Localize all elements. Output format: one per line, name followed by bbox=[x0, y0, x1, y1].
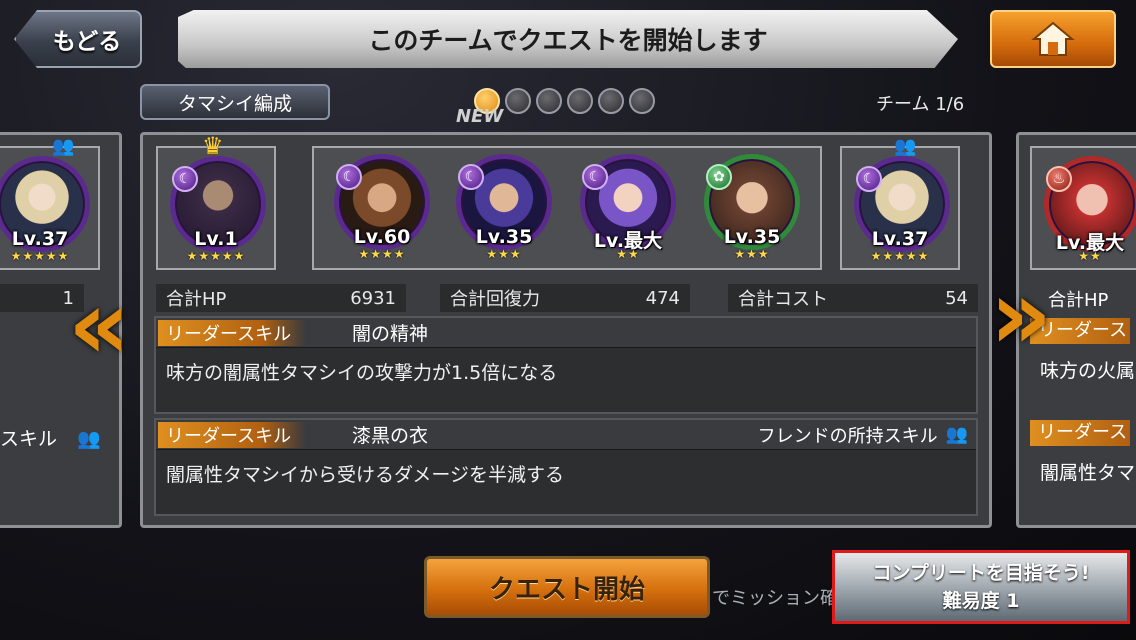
member-level: Lv.1 bbox=[194, 228, 238, 250]
page-dot-5[interactable] bbox=[598, 88, 624, 114]
friend-icon: 👥 bbox=[77, 428, 101, 450]
complete-mission-button[interactable]: コンプリートを目指そう! 難易度 1 bbox=[832, 550, 1130, 624]
dark-attribute-icon: ☾ bbox=[172, 166, 198, 192]
prev-team-stars: ★★★★★ bbox=[10, 249, 70, 263]
leader-skill-box: リーダースキル 闇の精神 味方の闇属性タマシイの攻撃力が1.5倍になる bbox=[154, 316, 978, 414]
next-team-card: ♨ Lv.最大 ★★ bbox=[1030, 146, 1136, 270]
member-level: Lv.35 bbox=[475, 226, 533, 248]
team-member-1[interactable]: ☾ ♛ Lv.1 ★★★★★ bbox=[156, 132, 276, 270]
total-recovery-label: 合計回復力 bbox=[450, 289, 540, 310]
page-title: このチームでクエストを開始します bbox=[178, 10, 958, 68]
friend-skill-box: リーダースキル 漆黒の衣 フレンドの所持スキル 👥 闇属性タマシイから受けるダメ… bbox=[154, 418, 978, 516]
dark-attribute-icon: ☾ bbox=[582, 164, 608, 190]
total-recovery: 合計回復力 474 bbox=[440, 284, 690, 312]
tamashii-formation-label: タマシイ編成 bbox=[177, 92, 292, 115]
total-cost-value: 54 bbox=[945, 287, 968, 309]
home-icon bbox=[1031, 21, 1075, 56]
team-counter-label: チーム bbox=[876, 94, 930, 115]
start-quest-label: クエスト開始 bbox=[488, 574, 645, 605]
friend-skill-owner-label: フレンドの所持スキル bbox=[757, 425, 938, 447]
next-team-arrow-icon[interactable]: » bbox=[990, 267, 1062, 363]
previous-team-arrow-icon[interactable]: « bbox=[68, 277, 140, 373]
member-level: Lv.60 bbox=[353, 226, 411, 248]
next-team-skill-desc-2: 闇属性タマ bbox=[1040, 462, 1136, 484]
difficulty-label: 難易度 1 bbox=[942, 590, 1020, 612]
page-dot-2[interactable] bbox=[505, 88, 531, 114]
total-cost: 合計コスト 54 bbox=[728, 284, 978, 312]
prev-team-skill: スキル 👥 bbox=[0, 424, 101, 451]
friend-skill-desc: 闇属性タマシイから受けるダメージを半減する bbox=[166, 464, 565, 486]
team-member-3[interactable]: ☾ Lv.35 ★★★ bbox=[444, 146, 564, 270]
prev-team-level: Lv.37 bbox=[11, 228, 69, 250]
friend-skill-tag: リーダースキル bbox=[158, 421, 306, 448]
dark-attribute-icon: ☾ bbox=[336, 164, 362, 190]
leader-skill-header: リーダースキル 闇の精神 bbox=[156, 318, 976, 348]
next-team-skill-tag-2: リーダース bbox=[1030, 420, 1130, 446]
friend-skill-header: リーダースキル 漆黒の衣 フレンドの所持スキル 👥 bbox=[156, 420, 976, 450]
member-stars: ★★★★★ bbox=[186, 249, 246, 263]
page-dot-4[interactable] bbox=[567, 88, 593, 114]
dark-attribute-icon: ☾ bbox=[458, 164, 484, 190]
prev-team-card: 👥 Lv.37 ★★★★★ bbox=[0, 136, 100, 270]
leader-skill-name: 闇の精神 bbox=[352, 323, 429, 345]
friend-skill-owner: フレンドの所持スキル 👥 bbox=[758, 422, 968, 448]
fire-attribute-icon: ♨ bbox=[1046, 166, 1072, 192]
member-level: Lv.35 bbox=[723, 226, 781, 248]
team-member-5[interactable]: ✿ Lv.35 ★★★ bbox=[692, 146, 812, 270]
home-button[interactable] bbox=[990, 10, 1116, 68]
prev-team-skill-label: スキル bbox=[0, 428, 58, 450]
dark-attribute-icon: ☾ bbox=[856, 166, 882, 192]
total-recovery-value: 474 bbox=[645, 287, 680, 309]
member-stars: ★★★ bbox=[734, 247, 770, 261]
total-cost-label: 合計コスト bbox=[738, 289, 828, 310]
page-dot-6[interactable] bbox=[629, 88, 655, 114]
complete-mission-line1: コンプリートを目指そう! bbox=[872, 562, 1090, 584]
friend-icon: 👥 bbox=[52, 136, 75, 157]
member-stars: ★★★★★ bbox=[870, 249, 930, 263]
back-button-label: もどる bbox=[52, 29, 122, 55]
member-stars: ★★ bbox=[616, 247, 640, 261]
member-stars: ★★★ bbox=[486, 247, 522, 261]
back-button[interactable]: もどる bbox=[14, 10, 142, 68]
member-stars: ★★★★ bbox=[358, 247, 406, 261]
leader-skill-desc: 味方の闇属性タマシイの攻撃力が1.5倍になる bbox=[166, 362, 558, 384]
team-member-4[interactable]: ☾ Lv.最大 ★★ bbox=[568, 146, 688, 270]
wood-attribute-icon: ✿ bbox=[706, 164, 732, 190]
friend-icon: 👥 bbox=[894, 136, 917, 157]
next-team-skill-desc: 味方の火属 bbox=[1040, 360, 1136, 382]
total-hp-value: 6931 bbox=[350, 287, 396, 309]
tamashii-formation-tab[interactable]: タマシイ編成 bbox=[140, 84, 330, 120]
total-hp-label: 合計HP bbox=[166, 289, 227, 310]
new-badge: NEW bbox=[456, 106, 504, 127]
page-title-text: このチームでクエストを開始します bbox=[368, 26, 768, 55]
page-dot-3[interactable] bbox=[536, 88, 562, 114]
friend-skill-name: 漆黒の衣 bbox=[352, 425, 429, 447]
start-quest-button[interactable]: クエスト開始 bbox=[424, 556, 710, 618]
member-level: Lv.37 bbox=[871, 228, 929, 250]
leader-skill-tag: リーダースキル bbox=[158, 319, 306, 346]
team-counter-page: 1/6 bbox=[935, 94, 965, 115]
team-member-6-friend[interactable]: ☾ 👥 Lv.37 ★★★★★ bbox=[840, 136, 960, 270]
mission-hint: でミッション確 bbox=[712, 588, 838, 609]
leader-crown-icon: ♛ bbox=[202, 132, 224, 160]
team-member-2[interactable]: ☾ Lv.60 ★★★★ bbox=[322, 146, 442, 270]
team-counter: チーム 1/6 bbox=[876, 90, 964, 116]
friend-icon: 👥 bbox=[945, 424, 968, 445]
total-hp: 合計HP 6931 bbox=[156, 284, 406, 312]
